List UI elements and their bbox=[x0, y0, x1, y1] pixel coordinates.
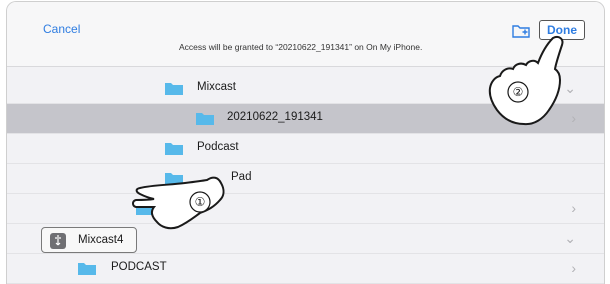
device-label: Mixcast4 bbox=[78, 234, 124, 246]
folder-label: Podcast bbox=[197, 141, 239, 153]
device-badge[interactable]: Mixcast4 bbox=[41, 227, 137, 253]
chevron-right-icon: › bbox=[571, 260, 576, 276]
folder-icon bbox=[78, 263, 96, 275]
folder-icon bbox=[165, 83, 183, 95]
folder-label: Mixcast bbox=[197, 81, 236, 93]
folder-row-podcast-uppercase[interactable]: PODCAST › bbox=[7, 254, 604, 284]
access-banner: Access will be granted to “20210622_1913… bbox=[179, 42, 423, 52]
folder-row-pad[interactable]: Pad bbox=[7, 164, 604, 194]
folder-row-hidden[interactable]: › bbox=[7, 194, 604, 224]
folder-label: PODCAST bbox=[111, 261, 167, 273]
folder-label: 20210622_191341 bbox=[227, 111, 323, 123]
chevron-right-icon: › bbox=[571, 200, 576, 216]
chevron-down-icon: ⌄ bbox=[564, 230, 576, 246]
cancel-button[interactable]: Cancel bbox=[43, 22, 80, 36]
screenshot: Cancel Access will be granted to “202106… bbox=[0, 0, 610, 284]
folder-icon bbox=[165, 143, 183, 155]
step-2-marker: ② bbox=[513, 85, 524, 99]
step-1-marker: ① bbox=[195, 195, 206, 209]
usb-drive-icon bbox=[50, 233, 66, 249]
pointing-hand-step-2: ② bbox=[488, 35, 564, 126]
folder-row-podcast[interactable]: Podcast bbox=[7, 134, 604, 164]
folder-label: Pad bbox=[231, 171, 252, 183]
pointing-hand-step-1: ① bbox=[132, 176, 225, 230]
folder-icon bbox=[196, 113, 214, 125]
